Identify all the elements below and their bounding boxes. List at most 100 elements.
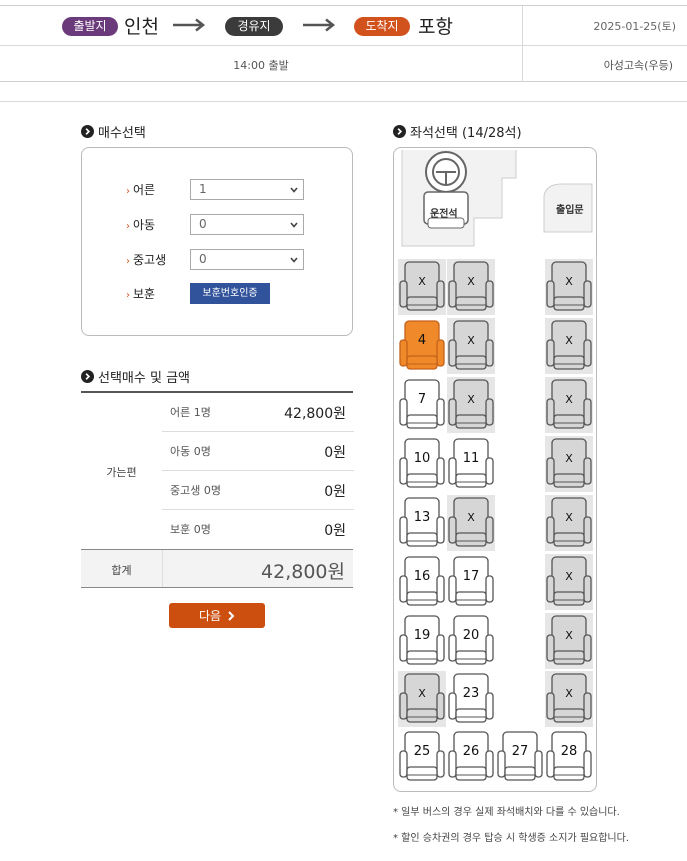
driver-seat-label: 운전석 [430,209,458,220]
total-price: 42,800원 [261,561,345,583]
seat-number: X [565,570,573,583]
seat-available[interactable]: 27 [496,729,544,785]
seat-number: X [565,452,573,465]
seat-available[interactable]: 10 [398,436,446,492]
seat-available[interactable]: 11 [447,436,495,492]
seat-number: 4 [417,333,427,348]
divider [0,101,687,102]
bullet-icon: › [126,256,130,267]
seat-available[interactable]: 28 [545,729,593,785]
seat-available[interactable]: 20 [447,613,495,669]
seat-available[interactable]: 7 [398,377,446,433]
door-label: 출입문 [556,205,584,216]
count-row-child: › 아동 0 [126,214,304,235]
seat-taken: X [545,554,593,610]
seat-taken: X [545,495,593,551]
next-button[interactable]: 다음 [169,603,265,628]
via-badge: 경유지 [225,17,283,36]
seat-number: X [565,334,573,347]
seat-number: X [467,334,475,347]
departure-city: 인천 [124,16,159,38]
seat-selected[interactable]: 4 [398,318,446,374]
bus-company: 아성고속(우등) [603,59,673,72]
seat-taken: X [545,436,593,492]
price-table: 가는편 어른 1명 42,800원 아동 0명 0원 중고생 0명 0원 보훈 … [81,391,354,588]
seat-available[interactable]: 23 [447,671,495,727]
seat-number: 20 [462,628,480,643]
seat-available[interactable]: 19 [398,613,446,669]
trip-direction-label: 가는편 [106,465,137,479]
arrival-city: 포항 [418,16,453,38]
arrival-badge: 도착지 [354,17,410,36]
departure-date: 2025-01-25(토) [593,20,676,33]
divider [522,6,523,82]
ticket-count-box: › 어른 1 › 아동 0 › 중고생 0 › 보훈 보훈번호인증 [81,147,353,336]
chevron-down-icon [290,222,298,228]
seat-number: 17 [462,569,480,584]
veteran-verify-button[interactable]: 보훈번호인증 [190,283,270,304]
seat-number: 23 [462,686,480,701]
seat-number: 26 [462,744,480,759]
seat-number: X [467,393,475,406]
circle-chevron-icon [81,370,94,383]
chevron-down-icon [290,257,298,263]
bullet-icon: › [126,221,130,232]
route-detail-row: 14:00 출발 아성고속(우등) [0,46,687,82]
seat-section-title: 좌석선택 (14/28석) [393,122,522,141]
circle-chevron-icon [393,125,406,138]
note-text: * 할인 승차권의 경우 탑승 시 학생증 소지가 필요합니다. [393,833,630,844]
seat-taken: X [447,377,495,433]
seat-available[interactable]: 16 [398,554,446,610]
arrow-right-icon [173,18,206,32]
child-count-select[interactable]: 0 [190,214,304,235]
seat-number: 11 [462,451,480,466]
count-row-adult: › 어른 1 [126,179,304,200]
adult-count-select[interactable]: 1 [190,179,304,200]
count-section-title: 매수선택 [81,122,146,141]
total-row: 합계 42,800원 [81,549,353,588]
seat-number: X [467,275,475,288]
seat-number: 16 [413,569,431,584]
seat-number: 13 [413,510,431,525]
seat-number: 27 [511,744,529,759]
seat-taken: X [545,613,593,669]
seat-taken: X [545,318,593,374]
seat-taken: X [447,318,495,374]
circle-chevron-icon [81,125,94,138]
chevron-down-icon [290,187,298,193]
seat-number: X [565,629,573,642]
seat-number: 10 [413,451,431,466]
seat-available[interactable]: 17 [447,554,495,610]
seat-number: X [565,687,573,700]
seat-number: X [418,275,426,288]
seat-number: X [565,275,573,288]
count-row-youth: › 중고생 0 [126,249,304,270]
seat-taken: X [545,671,593,727]
count-row-veteran: › 보훈 보훈번호인증 [126,283,270,304]
chevron-right-icon [228,610,235,621]
price-row: 어른 1명 42,800원 [162,393,354,432]
note-text: * 일부 버스의 경우 실제 좌석배치와 다를 수 있습니다. [393,807,620,818]
seat-available[interactable]: 26 [447,729,495,785]
price-section-title: 선택매수 및 금액 [81,367,190,386]
seat-number: X [565,393,573,406]
departure-badge: 출발지 [62,17,118,36]
route-row: 출발지 인천 경유지 도착지 포항 2025-01-25(토) [0,6,687,46]
arrow-right-icon [303,18,336,32]
seat-taken: X [398,259,446,315]
seat-available[interactable]: 13 [398,495,446,551]
seat-number: 28 [560,744,578,759]
youth-count-select[interactable]: 0 [190,249,304,270]
price-row: 보훈 0명 0원 [170,523,346,539]
bullet-icon: › [126,186,130,197]
price-row: 중고생 0명 0원 [162,471,354,510]
seat-number: 7 [417,392,427,407]
seat-taken: X [447,259,495,315]
bullet-icon: › [126,290,130,301]
seat-number: X [565,511,573,524]
price-row: 아동 0명 0원 [162,432,354,471]
seat-taken: X [545,377,593,433]
route-header: 출발지 인천 경유지 도착지 포항 2025-01-25(토) 14:00 출발… [0,5,687,82]
seat-number: 19 [413,628,431,643]
seat-available[interactable]: 25 [398,729,446,785]
